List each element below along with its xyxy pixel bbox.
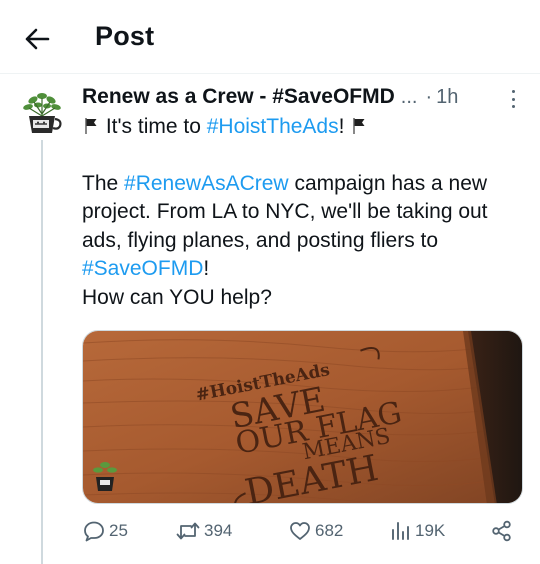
page-title: Post <box>95 21 155 51</box>
views-count: 19K <box>415 521 446 540</box>
views-icon <box>392 522 409 540</box>
avatar[interactable] <box>18 86 66 138</box>
repost-icon <box>176 522 200 540</box>
share-icon <box>492 520 511 542</box>
hashtag-link[interactable]: #SaveOFMD <box>82 257 203 280</box>
tweet-paragraph-3: How can YOU help? <box>82 285 272 309</box>
like-count: 682 <box>315 521 344 540</box>
meta-separator: · <box>425 85 433 108</box>
post-meta: Renew as a Crew - #SaveOFMD ... · 1h <box>82 82 458 112</box>
like-button[interactable]: 682 <box>288 516 343 546</box>
repost-button[interactable]: 394 <box>175 516 232 546</box>
top-bar: Post <box>0 0 540 74</box>
more-vertical-icon <box>511 90 515 93</box>
heart-icon <box>290 522 310 540</box>
arrow-left-icon <box>25 28 50 50</box>
back-button[interactable] <box>20 22 54 56</box>
hashtag-link[interactable]: #HoistTheAds <box>207 115 339 138</box>
action-bar: 25 394 682 19K <box>82 516 522 546</box>
tweet-line-1: It's time to #HoistTheAds! <box>82 113 522 142</box>
tweet-paragraph-2: The #RenewAsACrew campaign has a new pro… <box>82 171 488 281</box>
hashtag-link[interactable]: #RenewAsACrew <box>124 172 289 195</box>
tweet-text: It's time to #HoistTheAds! The #RenewAsA… <box>82 113 522 312</box>
repost-count: 394 <box>204 521 233 540</box>
black-flag-icon <box>85 118 97 134</box>
post-image[interactable]: #HoistTheAds SAVE OUR FLAG MEANS DEATH <box>82 330 523 504</box>
more-options-button[interactable] <box>506 88 520 110</box>
thread-line <box>41 140 43 564</box>
reply-icon <box>84 521 104 542</box>
author-name[interactable]: Renew as a Crew - #SaveOFMD <box>82 85 395 109</box>
name-truncation: ... <box>400 85 418 108</box>
reply-count: 25 <box>109 521 128 540</box>
black-flag-icon <box>353 118 365 134</box>
views-button[interactable]: 19K <box>388 516 445 546</box>
reply-button[interactable]: 25 <box>82 516 128 546</box>
share-button[interactable] <box>490 516 517 546</box>
timestamp[interactable]: 1h <box>436 86 458 109</box>
